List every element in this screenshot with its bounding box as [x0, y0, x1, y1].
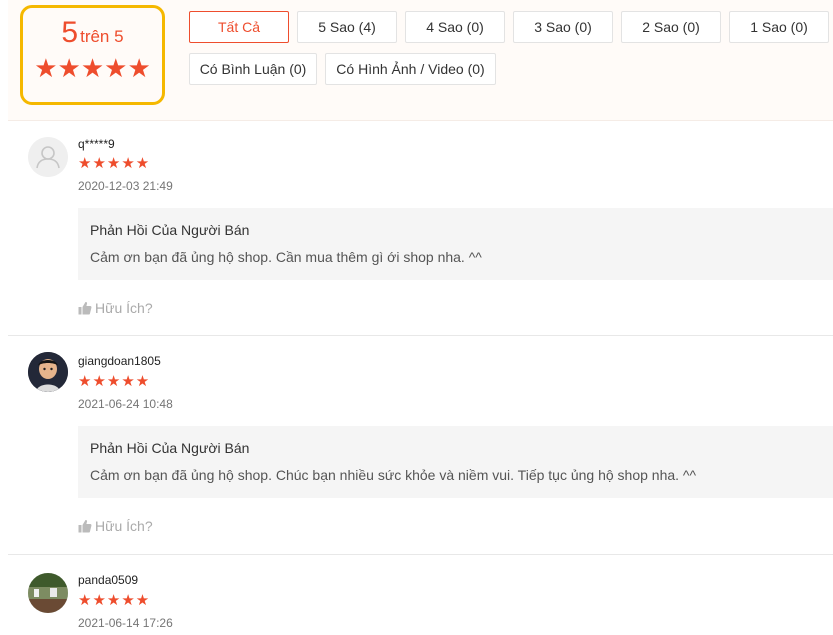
filter-2-star-button[interactable]: 2 Sao (0)	[621, 11, 721, 43]
overall-rating-box: 5 trên 5 ★★★★★	[20, 5, 165, 105]
helpful-button[interactable]: Hữu Ích?	[78, 300, 153, 316]
helpful-button[interactable]: Hữu Ích?	[78, 518, 153, 534]
seller-reply-title: Phản Hồi Của Người Bán	[90, 440, 250, 456]
seller-reply: Phản Hồi Của Người Bán Cảm ơn bạn đã ủng…	[78, 208, 833, 280]
review-stars: ★★★★★	[78, 373, 151, 390]
review-stars: ★★★★★	[78, 592, 151, 609]
filter-1-star-button[interactable]: 1 Sao (0)	[729, 11, 829, 43]
filter-with-media-button[interactable]: Có Hình Ảnh / Video (0)	[325, 53, 496, 85]
seller-reply-text: Cảm ơn bạn đã ủng hộ shop. Chúc bạn nhiề…	[90, 467, 697, 483]
review-date: 2021-06-24 10:48	[78, 397, 173, 411]
review-item: q*****9 ★★★★★ 2020-12-03 21:49 Phản Hồi …	[8, 121, 833, 336]
rating-out-of: trên 5	[80, 27, 124, 46]
helpful-label: Hữu Ích?	[95, 518, 153, 534]
review-item: giangdoan1805 ★★★★★ 2021-06-24 10:48 Phả…	[8, 336, 833, 555]
filter-5-star-button[interactable]: 5 Sao (4)	[297, 11, 397, 43]
seller-reply-text: Cảm ơn bạn đã ủng hộ shop. Cần mua thêm …	[90, 249, 482, 265]
thumbs-up-icon	[78, 519, 92, 533]
review-username[interactable]: giangdoan1805	[78, 354, 161, 368]
seller-reply: Phản Hồi Của Người Bán Cảm ơn bạn đã ủng…	[78, 426, 833, 498]
review-stars: ★★★★★	[78, 155, 151, 172]
review-date: 2021-06-14 17:26	[78, 616, 173, 630]
overall-rating-stars: ★★★★★	[34, 53, 151, 83]
default-avatar-icon[interactable]	[28, 137, 68, 177]
review-username[interactable]: panda0509	[78, 573, 138, 587]
review-username[interactable]: q*****9	[78, 137, 115, 151]
review-item: panda0509 ★★★★★ 2021-06-14 17:26	[8, 555, 833, 635]
filter-3-star-button[interactable]: 3 Sao (0)	[513, 11, 613, 43]
review-date: 2020-12-03 21:49	[78, 179, 173, 193]
user-avatar[interactable]	[28, 352, 68, 392]
filter-with-comment-button[interactable]: Có Bình Luận (0)	[189, 53, 317, 85]
user-avatar[interactable]	[28, 573, 68, 613]
helpful-label: Hữu Ích?	[95, 300, 153, 316]
overall-rating-score: 5 trên 5	[23, 16, 162, 50]
filter-all-button[interactable]: Tất Cả	[189, 11, 289, 43]
seller-reply-title: Phản Hồi Của Người Bán	[90, 222, 250, 238]
thumbs-up-icon	[78, 301, 92, 315]
rating-score-value: 5	[61, 16, 79, 49]
filter-4-star-button[interactable]: 4 Sao (0)	[405, 11, 505, 43]
